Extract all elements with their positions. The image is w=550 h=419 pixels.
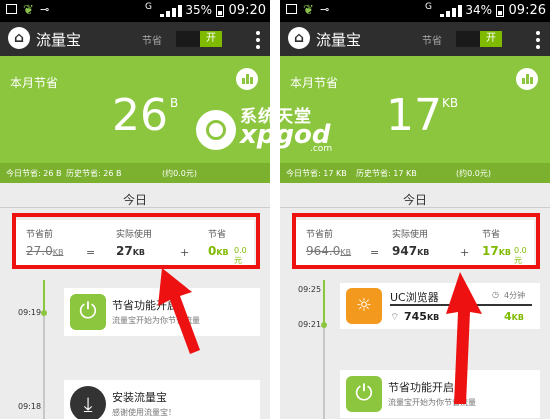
signal-icon	[160, 5, 184, 17]
watermark-text: .com	[310, 144, 333, 154]
clock: 09:26	[508, 3, 546, 18]
entry-title: 安装流量宝	[112, 391, 167, 404]
timeline-time: 09:19	[18, 308, 42, 317]
app-logo-icon: ⌂	[288, 27, 310, 49]
key-icon: ⊸	[320, 3, 330, 16]
timeline-dot	[321, 322, 327, 328]
timeline-dot	[41, 310, 47, 316]
timeline-time: 09:25	[298, 285, 322, 294]
watermark-logo-icon	[196, 110, 236, 150]
red-arrow-icon	[158, 268, 200, 354]
history-saved: 历史节省: 26 B	[66, 169, 122, 178]
bar-chart-icon[interactable]	[236, 68, 258, 90]
highlight-box	[292, 213, 540, 269]
timeline-time: 09:18	[18, 402, 42, 411]
network-type-label: G	[425, 2, 432, 12]
battery-percent: 34%	[465, 3, 492, 17]
status-bar: ❦ ⊸ G 35% 09:20	[0, 0, 270, 22]
entry-desc: 感谢使用流量宝！	[112, 408, 176, 417]
battery-percent: 35%	[185, 3, 212, 17]
toggle-on-label: 开	[480, 31, 502, 47]
signal-icon	[440, 5, 464, 17]
app-title: 流量宝	[316, 31, 362, 49]
month-label: 本月节省	[10, 76, 59, 90]
image-icon	[286, 4, 297, 14]
power-icon: ⏻	[346, 376, 382, 412]
app-title: 流量宝	[36, 31, 82, 49]
leaf-icon: ❦	[23, 3, 34, 18]
history-yuan: (约0.0元)	[162, 169, 197, 178]
app-bar: ⌂ 流量宝 节省 开	[0, 22, 270, 56]
app-usage: 745KB	[404, 310, 440, 323]
today-heading: 今日	[402, 193, 427, 207]
app-saved: 4KB	[504, 310, 524, 323]
status-bar: ❦ ⊸ G 34% 09:26	[280, 0, 550, 22]
month-label: 本月节省	[290, 76, 339, 90]
savings-info-bar: 今日节省: 17 KB 历史节省: 17 KB (约0.0元)	[280, 163, 550, 183]
power-icon: ⏻	[70, 294, 106, 330]
clock: 09:20	[228, 3, 266, 18]
list-item[interactable]: ⤓ 安装流量宝 感谢使用流量宝！	[64, 380, 260, 419]
app-bar: ⌂ 流量宝 节省 开	[280, 22, 550, 56]
image-icon	[6, 4, 17, 14]
wifi-icon: ⌔	[390, 312, 400, 323]
overflow-menu-icon[interactable]	[536, 31, 540, 52]
timeline-line	[323, 325, 325, 419]
monthly-saved-value: 26	[112, 90, 168, 141]
savings-info-bar: 今日节省: 26 B 历史节省: 26 B (约0.0元)	[0, 163, 270, 183]
timeline-line	[43, 280, 45, 314]
monthly-saved-unit: KB	[442, 96, 459, 110]
phone-screen-right: ❦ ⊸ G 34% 09:26 ⌂ 流量宝 节省 开 本月节省 17 KB 今日…	[280, 0, 550, 419]
history-saved: 历史节省: 17 KB	[356, 169, 417, 178]
key-icon: ⊸	[40, 3, 50, 16]
app-duration: 4分钟	[504, 291, 526, 300]
phone-screen-left: ❦ ⊸ G 35% 09:20 ⌂ 流量宝 节省 开 本月节省 26 B 今日节…	[0, 0, 270, 419]
uc-browser-icon: ☼	[346, 288, 382, 324]
leaf-icon: ❦	[303, 3, 314, 18]
today-saved: 今日节省: 26 B	[6, 169, 62, 178]
battery-icon	[496, 5, 504, 17]
divider	[270, 0, 280, 419]
save-toggle[interactable]: 开	[456, 31, 502, 47]
today-heading: 今日	[122, 193, 147, 207]
save-toggle[interactable]: 开	[176, 31, 222, 47]
app-name: UC浏览器	[390, 291, 439, 304]
clock-icon: ◷	[492, 290, 499, 299]
red-arrow-icon	[446, 272, 482, 404]
today-saved: 今日节省: 17 KB	[286, 169, 347, 178]
timeline-time: 09:21	[298, 320, 322, 329]
battery-icon	[216, 5, 224, 17]
save-toggle-label: 节省	[142, 36, 162, 47]
network-type-label: G	[145, 2, 152, 12]
monthly-saved-value: 17	[386, 90, 442, 141]
timeline-line	[323, 280, 325, 325]
overflow-menu-icon[interactable]	[256, 31, 260, 52]
divider	[0, 207, 270, 208]
monthly-saved-unit: B	[170, 96, 179, 110]
download-icon: ⤓	[70, 386, 106, 419]
timeline-line	[43, 314, 45, 419]
watermark: 系统天堂 xpgod .com	[196, 100, 366, 160]
bar-chart-icon[interactable]	[516, 68, 538, 90]
app-logo-icon: ⌂	[8, 27, 30, 49]
save-toggle-label: 节省	[422, 36, 442, 47]
history-yuan: (约0.0元)	[456, 169, 491, 178]
highlight-box	[12, 213, 260, 269]
toggle-on-label: 开	[200, 31, 222, 47]
divider	[280, 207, 550, 208]
